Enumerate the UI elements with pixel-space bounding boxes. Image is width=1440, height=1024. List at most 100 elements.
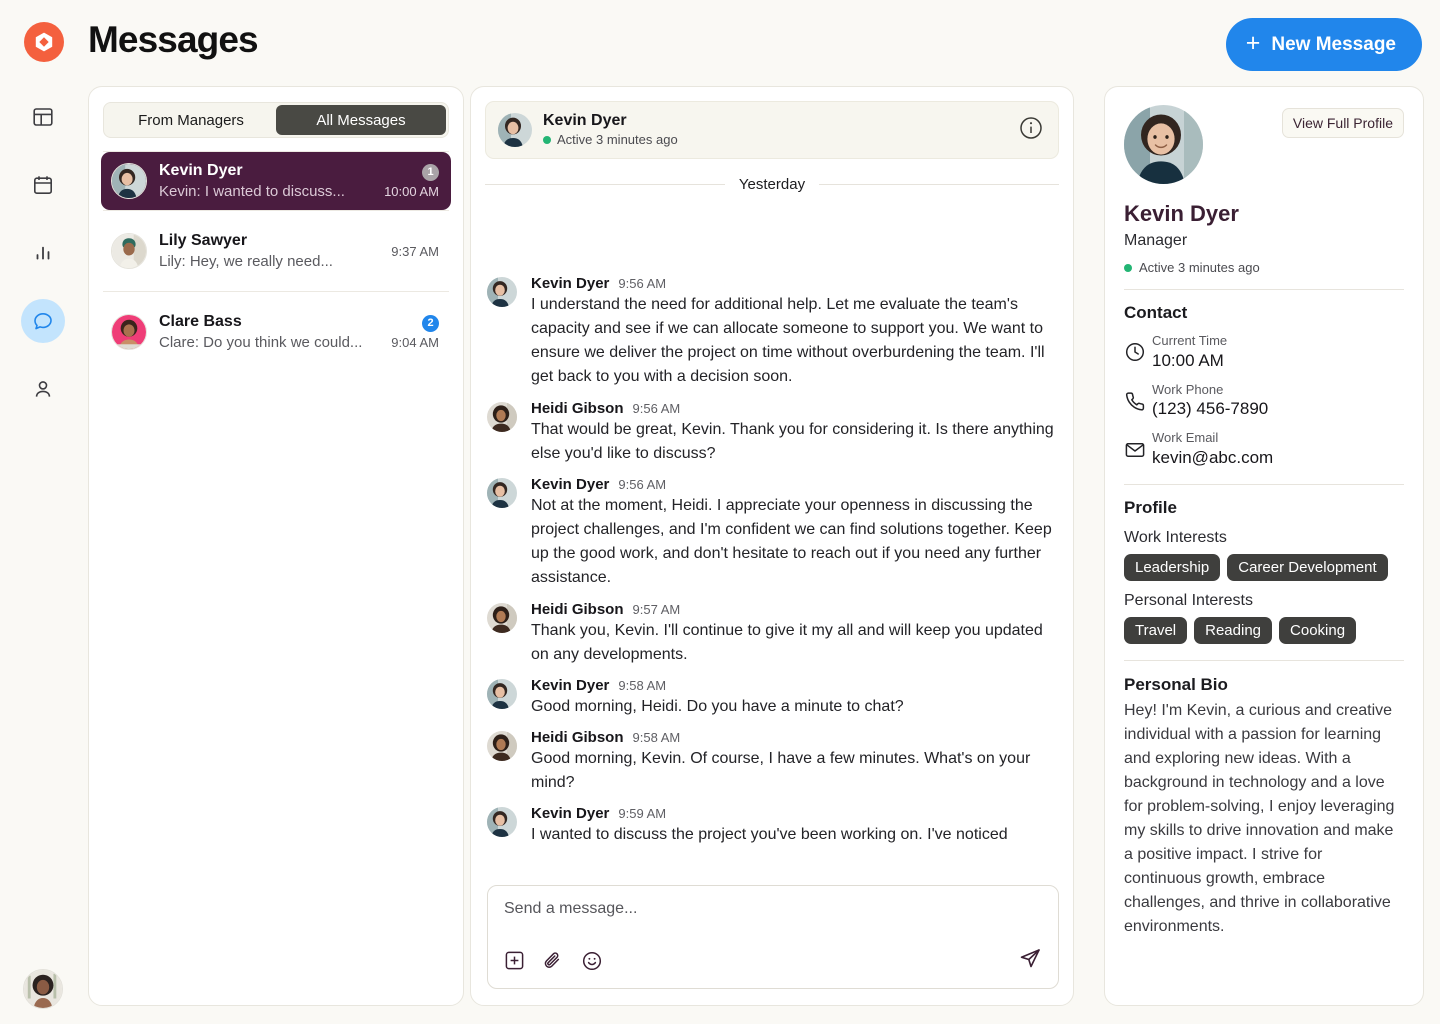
conversation-text: Clare Bass Clare: Do you think we could.… bbox=[159, 311, 391, 353]
page-title: Messages bbox=[88, 19, 258, 61]
send-message-button[interactable] bbox=[1018, 946, 1042, 975]
composer-toolbar bbox=[504, 946, 1042, 975]
phone-icon bbox=[1124, 390, 1152, 412]
profile-role: Manager bbox=[1124, 232, 1404, 250]
message-time: 9:57 AM bbox=[633, 602, 681, 617]
contact-text: Current Time 10:00 AM bbox=[1152, 333, 1227, 372]
sidebar-item-analytics[interactable] bbox=[21, 231, 65, 275]
plus-square-icon[interactable] bbox=[504, 950, 525, 971]
message-body: Heidi Gibson 9:56 AM That would be great… bbox=[531, 400, 1059, 466]
contact-value[interactable]: kevin@abc.com bbox=[1152, 447, 1273, 469]
message-author: Kevin Dyer bbox=[531, 275, 609, 292]
message-item: Heidi Gibson 9:57 AM Thank you, Kevin. I… bbox=[471, 591, 1074, 667]
plus-icon: + bbox=[1246, 31, 1261, 56]
contact-row-work-email: Work Email kevin@abc.com bbox=[1124, 430, 1404, 469]
sidebar-item-profile[interactable] bbox=[21, 367, 65, 411]
tag-career-development[interactable]: Career Development bbox=[1227, 554, 1387, 581]
message-text: Not at the moment, Heidi. I appreciate y… bbox=[531, 494, 1059, 591]
divider-line bbox=[819, 184, 1059, 185]
top-bar: Messages + New Message bbox=[0, 0, 1440, 88]
message-body: Kevin Dyer 9:58 AM Good morning, Heidi. … bbox=[531, 677, 1059, 719]
contact-label: Work Email bbox=[1152, 430, 1273, 446]
message-input-placeholder[interactable]: Send a message... bbox=[504, 900, 1042, 918]
message-text: That would be great, Kevin. Thank you fo… bbox=[531, 418, 1059, 466]
conversation-meta: 9:37 AM bbox=[391, 244, 439, 259]
sidebar-item-calendar[interactable] bbox=[21, 163, 65, 207]
tag-leadership[interactable]: Leadership bbox=[1124, 554, 1220, 581]
work-interests-label: Work Interests bbox=[1124, 529, 1404, 547]
message-author: Heidi Gibson bbox=[531, 601, 624, 618]
bar-chart-icon bbox=[32, 242, 54, 264]
message-meta: Kevin Dyer 9:56 AM bbox=[531, 476, 1059, 493]
tab-all-messages-label: All Messages bbox=[316, 112, 405, 129]
conversation-time: 9:37 AM bbox=[391, 244, 439, 259]
message-meta: Heidi Gibson 9:56 AM bbox=[531, 400, 1059, 417]
message-author: Kevin Dyer bbox=[531, 805, 609, 822]
chat-header-text: Kevin Dyer Active 3 minutes ago bbox=[543, 111, 678, 149]
conversation-info-button[interactable] bbox=[1018, 115, 1044, 146]
message-item: Kevin Dyer 9:56 AM I understand the need… bbox=[471, 265, 1074, 390]
avatar bbox=[487, 603, 517, 633]
sidebar-item-messages[interactable] bbox=[21, 299, 65, 343]
online-status-dot bbox=[543, 136, 551, 144]
tag-reading[interactable]: Reading bbox=[1194, 617, 1272, 644]
personal-interests-label: Personal Interests bbox=[1124, 592, 1404, 610]
unread-badge: 2 bbox=[422, 315, 439, 332]
messages-app: Messages + New Message bbox=[0, 0, 1440, 1024]
conversation-time: 10:00 AM bbox=[384, 184, 439, 199]
message-text: I wanted to discuss the project you've b… bbox=[531, 823, 1059, 847]
conversation-item-clare-bass[interactable]: Clare Bass Clare: Do you think we could.… bbox=[101, 303, 451, 361]
message-body: Heidi Gibson 9:58 AM Good morning, Kevin… bbox=[531, 729, 1059, 795]
conversation-preview: Lily: Hey, we really need... bbox=[159, 252, 374, 272]
personal-interests-tags: Travel Reading Cooking bbox=[1124, 617, 1404, 644]
tab-all-messages[interactable]: All Messages bbox=[276, 105, 446, 135]
conversation-text: Lily Sawyer Lily: Hey, we really need... bbox=[159, 230, 391, 272]
message-scroll-area[interactable]: Kevin Dyer 9:56 AM I understand the need… bbox=[471, 265, 1074, 955]
contact-row-current-time: Current Time 10:00 AM bbox=[1124, 333, 1404, 372]
tag-travel[interactable]: Travel bbox=[1124, 617, 1187, 644]
conversation-item-kevin-dyer[interactable]: Kevin Dyer Kevin: I wanted to discuss...… bbox=[101, 152, 451, 210]
conversation-name: Clare Bass bbox=[159, 311, 391, 333]
profile-header: View Full Profile bbox=[1124, 105, 1404, 184]
send-paper-plane-icon bbox=[1018, 946, 1042, 975]
info-circle-icon bbox=[1018, 115, 1044, 146]
tab-from-managers[interactable]: From Managers bbox=[106, 105, 276, 135]
conversation-item-lily-sawyer[interactable]: Lily Sawyer Lily: Hey, we really need...… bbox=[101, 222, 451, 280]
left-nav-rail bbox=[0, 88, 86, 1024]
message-body: Kevin Dyer 9:56 AM I understand the need… bbox=[531, 275, 1059, 390]
profile-status: Active 3 minutes ago bbox=[1124, 260, 1404, 275]
current-user-avatar[interactable] bbox=[23, 969, 63, 1009]
message-time: 9:56 AM bbox=[618, 276, 666, 291]
unread-badge: 1 bbox=[422, 164, 439, 181]
divider-line bbox=[485, 184, 725, 185]
view-full-profile-button[interactable]: View Full Profile bbox=[1282, 108, 1404, 138]
profile-panel: View Full Profile Kevin Dyer Manager Act… bbox=[1104, 86, 1424, 1006]
avatar bbox=[487, 731, 517, 761]
message-meta: Kevin Dyer 9:59 AM bbox=[531, 805, 1059, 822]
emoji-smiley-icon[interactable] bbox=[581, 950, 603, 972]
conversation-meta: 1 10:00 AM bbox=[384, 164, 439, 199]
contact-value[interactable]: (123) 456-7890 bbox=[1152, 398, 1268, 420]
conversation-text: Kevin Dyer Kevin: I wanted to discuss... bbox=[159, 160, 384, 202]
conversation-items: Kevin Dyer Kevin: I wanted to discuss...… bbox=[89, 151, 463, 361]
message-time: 9:56 AM bbox=[618, 477, 666, 492]
divider bbox=[1124, 289, 1404, 290]
profile-status-label: Active 3 minutes ago bbox=[1139, 260, 1260, 275]
divider bbox=[1124, 660, 1404, 661]
sidebar-item-dashboard[interactable] bbox=[21, 95, 65, 139]
message-meta: Heidi Gibson 9:58 AM bbox=[531, 729, 1059, 746]
tag-cooking[interactable]: Cooking bbox=[1279, 617, 1356, 644]
avatar bbox=[111, 233, 147, 269]
mail-icon bbox=[1124, 439, 1152, 461]
online-status-dot bbox=[1124, 264, 1132, 272]
new-message-label: New Message bbox=[1271, 34, 1396, 56]
message-text: Thank you, Kevin. I'll continue to give … bbox=[531, 619, 1059, 667]
tab-from-managers-label: From Managers bbox=[138, 112, 244, 129]
message-time: 9:58 AM bbox=[633, 730, 681, 745]
contact-text: Work Phone (123) 456-7890 bbox=[1152, 382, 1268, 421]
divider bbox=[103, 210, 449, 211]
message-text: Good morning, Kevin. Of course, I have a… bbox=[531, 747, 1059, 795]
contact-section-title: Contact bbox=[1124, 303, 1404, 323]
new-message-button[interactable]: + New Message bbox=[1226, 18, 1422, 71]
paperclip-icon[interactable] bbox=[542, 950, 564, 972]
